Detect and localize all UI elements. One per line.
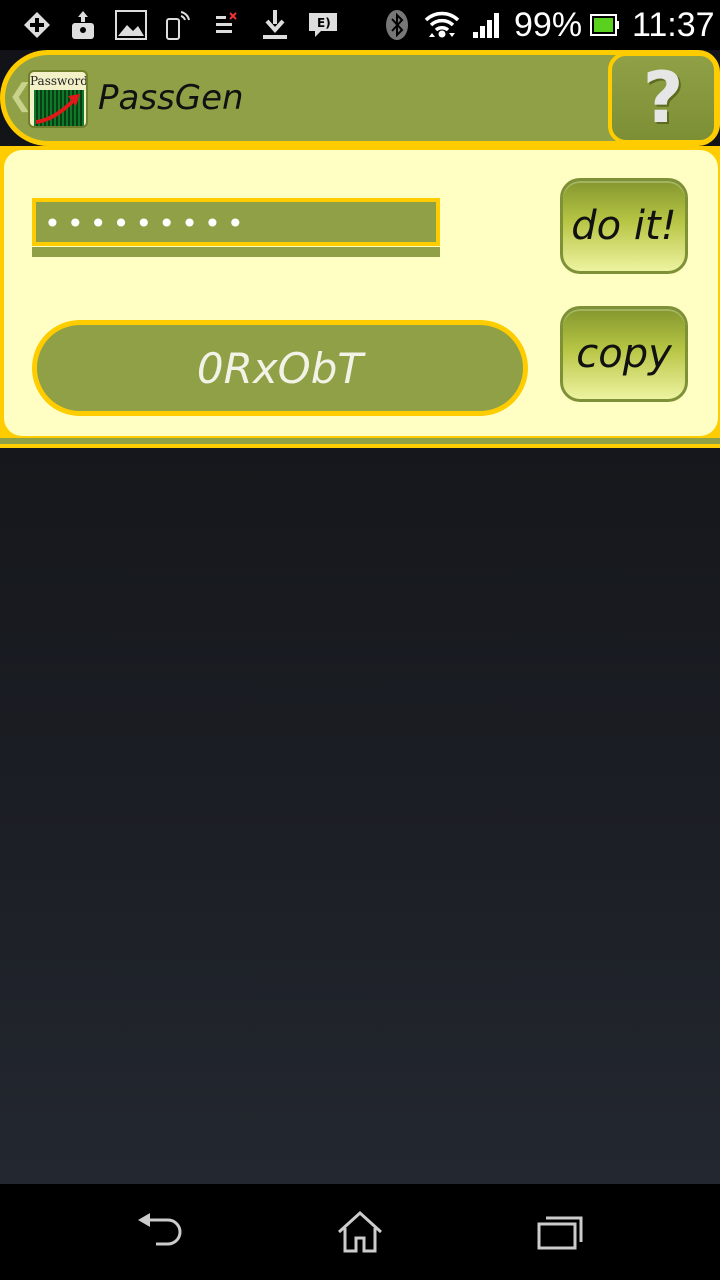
svg-text:E): E) (317, 16, 331, 30)
recents-icon[interactable] (520, 1202, 600, 1262)
app-logo[interactable]: Password (28, 70, 88, 128)
copy-button[interactable]: copy (560, 306, 688, 402)
help-icon: ? (642, 57, 684, 139)
do-it-button[interactable]: do it! (560, 178, 688, 274)
message-icon: E) (306, 8, 340, 42)
add-icon (20, 8, 54, 42)
bluetooth-icon (380, 8, 414, 42)
phone-signal-icon (160, 8, 194, 42)
task-list-icon (210, 8, 244, 42)
help-button[interactable]: ? (608, 52, 718, 144)
battery-percent: 99% (514, 5, 583, 44)
wifi-icon (422, 8, 462, 42)
status-bar: E) 99% 11:37 (0, 0, 720, 50)
generated-password-field[interactable]: 0RxObT (32, 320, 528, 416)
password-input[interactable]: ••••••••• (32, 198, 440, 246)
battery-icon (588, 8, 622, 42)
home-icon[interactable] (320, 1202, 400, 1262)
panel-bottom-strip (0, 438, 720, 444)
gallery-icon (114, 8, 148, 42)
download-icon (258, 8, 292, 42)
navigation-bar (0, 1184, 720, 1280)
signal-icon (470, 8, 504, 42)
clock: 11:37 (632, 5, 715, 44)
back-icon[interactable] (120, 1202, 200, 1262)
app-title: PassGen (98, 78, 244, 118)
password-input-underline (32, 247, 440, 257)
password-mask: ••••••••• (44, 207, 250, 240)
upload-lock-icon (66, 8, 100, 42)
trend-arrow-icon (35, 94, 80, 124)
generated-password: 0RxObT (196, 343, 364, 393)
logo-text: Password (30, 74, 88, 88)
logo-screen (34, 90, 84, 126)
